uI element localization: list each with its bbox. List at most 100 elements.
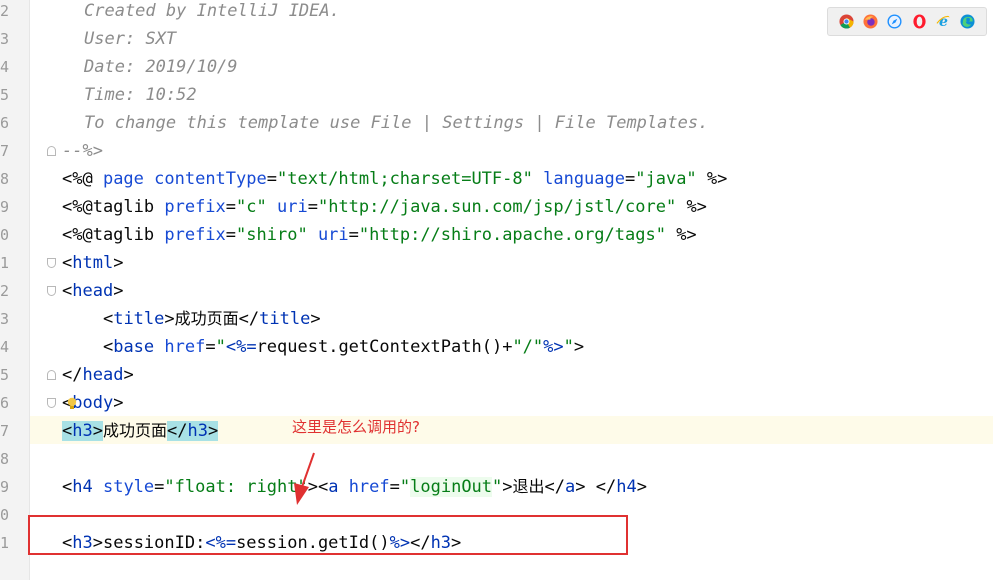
equals: =: [625, 169, 636, 189]
code-line-15[interactable]: </head>: [62, 361, 134, 389]
code-line-10[interactable]: <%@taglib prefix="shiro" uri="http://shi…: [62, 221, 697, 249]
attr-name: uri: [277, 197, 308, 217]
fold-marker-icon[interactable]: [47, 146, 56, 156]
tag-name: a: [328, 477, 349, 497]
attr-name: contentType: [154, 169, 267, 189]
tag-bracket: </: [167, 421, 188, 441]
line-number: 3: [0, 30, 10, 48]
chrome-icon[interactable]: [839, 14, 854, 29]
code-line-11[interactable]: <html>: [62, 249, 123, 277]
line-number: 7: [0, 142, 10, 160]
matched-tag-close: </h3>: [167, 421, 219, 441]
code-line-6[interactable]: To change this template use File | Setti…: [84, 109, 708, 137]
code-line-5[interactable]: Time: 10:52: [84, 81, 197, 109]
code-line-13[interactable]: <title>成功页面</title>: [62, 305, 321, 333]
equals: =: [348, 225, 359, 245]
attr-value: "c": [236, 197, 267, 217]
opera-icon[interactable]: [912, 14, 927, 29]
line-number: 1: [0, 254, 10, 272]
directive-open: <%@taglib: [62, 225, 165, 245]
line-number: 8: [0, 170, 10, 188]
ie-icon[interactable]: e: [936, 14, 951, 29]
line-number: 9: [0, 478, 10, 496]
line-number: 8: [0, 450, 10, 468]
line-number: 5: [0, 86, 10, 104]
code-line-17[interactable]: <h3>成功页面</h3>: [62, 417, 219, 445]
annotation-arrow-icon: [294, 452, 315, 505]
attr-value: "shiro": [236, 225, 308, 245]
tag-bracket: >: [113, 253, 124, 273]
tag-bracket: >: [207, 421, 219, 441]
string-literal: "/": [512, 337, 544, 357]
tag-bracket: <: [62, 477, 73, 497]
fold-marker-icon[interactable]: [47, 258, 56, 268]
tag-name: body: [72, 393, 114, 413]
edge-icon[interactable]: [960, 14, 975, 29]
code-line-9[interactable]: <%@taglib prefix="c" uri="http://java.su…: [62, 193, 707, 221]
scriptlet-close: %>: [543, 337, 564, 357]
quote: ": [399, 477, 411, 497]
equals: =: [225, 197, 237, 217]
link-text: 退出: [512, 477, 545, 496]
tag-bracket: <: [62, 253, 73, 273]
code-line-19[interactable]: <h4 style="float: right"><a href="loginO…: [62, 473, 647, 501]
line-number: 1: [0, 534, 10, 552]
attr-value: "text/html;charset=UTF-8": [276, 169, 533, 189]
tag-bracket: <: [102, 309, 114, 329]
tag-bracket: >: [123, 365, 134, 385]
quote: ": [492, 477, 503, 497]
tag-bracket: >: [636, 477, 647, 497]
attr-name: href: [164, 337, 206, 357]
tag-bracket: >: [113, 281, 124, 301]
tag-bracket: >: [164, 309, 175, 329]
scriptlet-open: <%=: [225, 337, 257, 357]
tag-name: html: [72, 253, 114, 273]
tag-bracket: <: [62, 281, 73, 301]
equals: =: [307, 197, 318, 217]
fold-marker-icon[interactable]: [47, 286, 56, 296]
tag-name: title: [113, 309, 165, 329]
quote: ": [215, 337, 226, 357]
tag-name: h3: [187, 421, 208, 441]
safari-icon[interactable]: [887, 14, 902, 29]
code-line-12[interactable]: <head>: [62, 277, 123, 305]
code-line-2[interactable]: Created by IntelliJ IDEA.: [84, 0, 340, 25]
firefox-icon[interactable]: [863, 14, 878, 29]
directive-open: <%@taglib: [62, 197, 165, 217]
line-number: 0: [0, 506, 10, 524]
code-line-4[interactable]: Date: 2019/10/9: [84, 53, 238, 81]
tag-bracket: >: [502, 477, 513, 497]
heading-text: 成功页面: [102, 421, 167, 440]
tag-name: h4: [72, 477, 103, 497]
attr-value: "java": [635, 169, 697, 189]
code-line-14[interactable]: <base href="<%=request.getContextPath()+…: [62, 333, 584, 361]
code-line-3[interactable]: User: SXT: [84, 25, 176, 53]
tag-bracket: <: [62, 421, 73, 441]
code-line-8[interactable]: <%@ page contentType="text/html;charset=…: [62, 165, 727, 193]
lightbulb-icon[interactable]: [67, 397, 77, 411]
tag-name: h3: [72, 421, 93, 441]
annotation-highlight-box: [28, 515, 628, 555]
fold-marker-icon[interactable]: [47, 370, 56, 380]
equals: =: [266, 169, 277, 189]
line-number: 4: [0, 58, 10, 76]
tag-name: head: [72, 281, 114, 301]
equals: =: [205, 337, 216, 357]
directive-close: %>: [696, 169, 728, 189]
tag-bracket: </: [595, 477, 617, 497]
attr-name: language: [543, 169, 625, 189]
browser-preview-toolbar: e: [827, 7, 987, 36]
line-number: 2: [0, 2, 10, 20]
directive-open: <%@: [62, 169, 103, 189]
fold-marker-icon[interactable]: [47, 398, 56, 408]
annotation-question: 这里是怎么调用的?: [292, 418, 420, 436]
attr-value: "http://java.sun.com/jsp/jstl/core": [317, 197, 677, 217]
code-line-7[interactable]: --%>: [62, 137, 103, 165]
line-number: 6: [0, 114, 10, 132]
tag-bracket: >: [92, 421, 103, 441]
quote: ": [563, 337, 574, 357]
attr-name: uri: [317, 225, 349, 245]
